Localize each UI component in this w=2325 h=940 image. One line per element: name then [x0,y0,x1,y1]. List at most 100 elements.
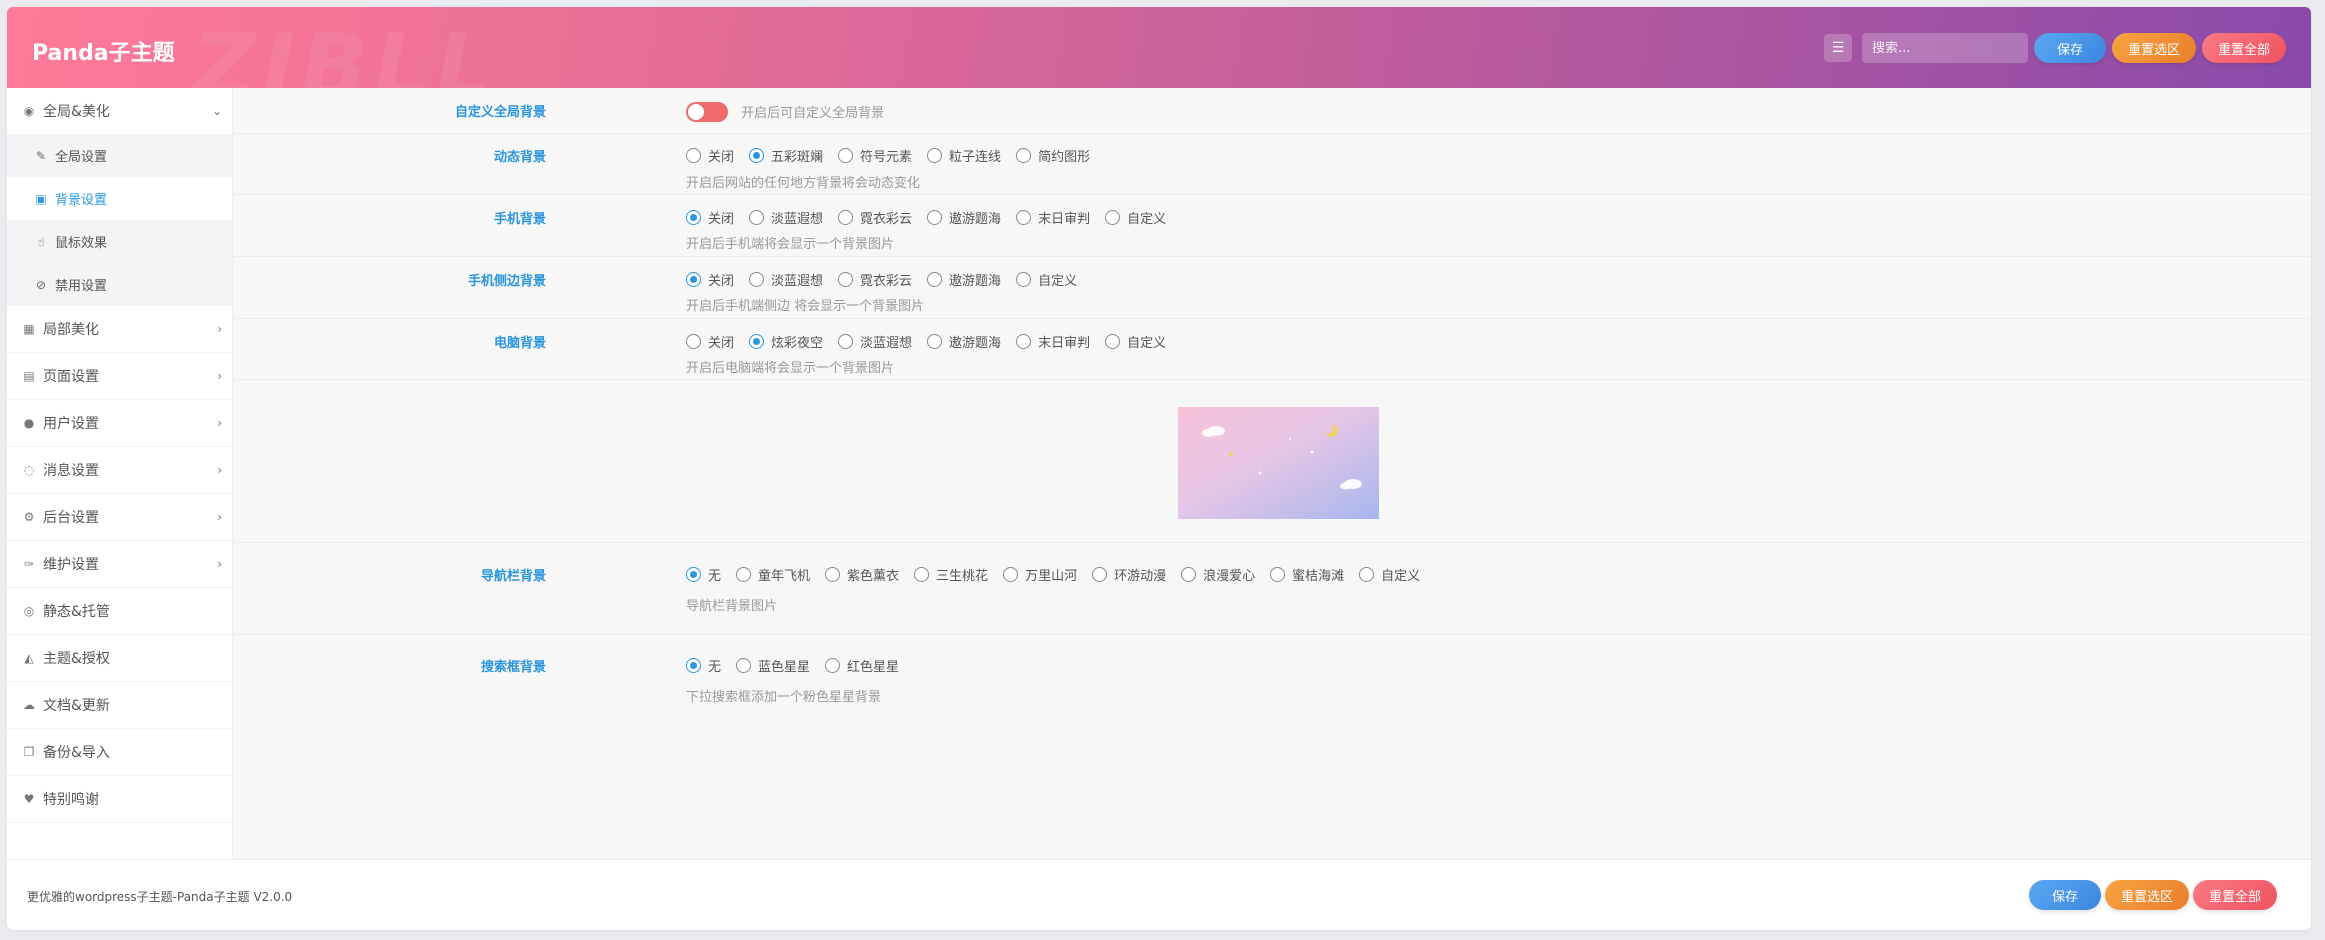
sidebar-item-docs-update[interactable]: ☁ 文档&更新 [7,682,232,729]
radio-button[interactable] [686,334,701,349]
radio-button[interactable] [825,567,841,582]
radio-option[interactable]: 自定义 [1105,208,1166,227]
sidebar-item-theme-license[interactable]: ◭ 主题&授权 [7,635,232,682]
radio-option[interactable]: 自定义 [1016,270,1077,289]
radio-button[interactable] [838,210,854,225]
radio-option[interactable]: 简约图形 [1016,146,1090,165]
radio-button[interactable] [686,210,701,225]
radio-button[interactable] [749,334,765,349]
radio-option[interactable]: 关闭 [686,270,734,289]
sidebar-item-user-settings[interactable]: ● 用户设置 › [7,400,232,447]
radio-button[interactable] [749,148,765,163]
radio-option[interactable]: 炫彩夜空 [749,332,823,351]
sidebar-subitem-disable-settings[interactable]: ⊘ 禁用设置 [7,263,232,306]
radio-option[interactable]: 关闭 [686,146,734,165]
radio-button[interactable] [927,210,943,225]
list-toggle-icon[interactable]: ☰ [1823,34,1852,62]
radio-option[interactable]: 粒子连线 [927,146,1001,165]
radio-button[interactable] [838,334,854,349]
radio-button[interactable] [927,148,943,163]
radio-option[interactable]: 关闭 [686,208,734,227]
radio-option[interactable]: 万里山河 [1003,565,1077,584]
radio-option[interactable]: 浪漫爱心 [1181,565,1255,584]
radio-button[interactable] [927,272,943,287]
fox-icon: ◭ [24,651,34,665]
radio-button[interactable] [1016,148,1032,163]
radio-button[interactable] [1016,334,1032,349]
radio-button[interactable] [1105,210,1121,225]
sidebar-item-message-settings[interactable]: ◌ 消息设置 › [7,447,232,494]
sidebar-subitem-mouse-effects[interactable]: ☝ 鼠标效果 [7,220,232,263]
sidebar-item-maintenance-settings[interactable]: ✑ 维护设置 › [7,541,232,588]
radio-option[interactable]: 关闭 [686,332,734,351]
radio-button[interactable] [1016,210,1032,225]
radio-button[interactable] [838,148,854,163]
radio-option[interactable]: 末日审判 [1016,208,1090,227]
radio-button[interactable] [1181,567,1197,582]
radio-button[interactable] [1092,567,1108,582]
radio-button[interactable] [686,567,701,582]
sidebar-item-static-hosting[interactable]: ◎ 静态&托管 [7,588,232,635]
radio-option[interactable]: 末日审判 [1016,332,1090,351]
save-button[interactable]: 保存 [2033,33,2106,63]
radio-option[interactable]: 童年飞机 [736,565,810,584]
sidebar-subitem-global-settings[interactable]: ✎ 全局设置 [7,134,232,177]
radio-option[interactable]: 淡蓝遐想 [749,208,823,227]
radio-option[interactable]: 五彩斑斓 [749,146,823,165]
radio-button[interactable] [749,210,765,225]
radio-button[interactable] [838,272,854,287]
radio-option[interactable]: 紫色薰衣 [825,565,899,584]
radio-button[interactable] [686,658,701,673]
footer-reset-all-button[interactable]: 重置全部 [2192,880,2277,910]
sidebar-subitem-label: 鼠标效果 [55,236,108,251]
radio-option[interactable]: 红色星星 [825,656,899,675]
radio-option[interactable]: 淡蓝遐想 [749,270,823,289]
radio-option[interactable]: 自定义 [1105,332,1166,351]
search-input[interactable] [1861,33,2028,63]
sidebar-item-admin-settings[interactable]: ⚙ 后台设置 › [7,494,232,541]
reset-all-button[interactable]: 重置全部 [2201,33,2286,63]
reset-section-button[interactable]: 重置选区 [2111,33,2196,63]
sidebar-item-local-beautify[interactable]: ▦ 局部美化 › [7,306,232,353]
radio-option[interactable]: 遨游题海 [927,270,1001,289]
radio-option[interactable]: 霓衣彩云 [838,208,912,227]
radio-option[interactable]: 三生桃花 [914,565,988,584]
sidebar-item-backup-import[interactable]: ❐ 备份&导入 [7,729,232,776]
radio-button[interactable] [914,567,930,582]
custom-bg-toggle[interactable] [686,101,728,122]
image-icon: ▣ [35,191,47,206]
radio-button[interactable] [1105,334,1121,349]
radio-button[interactable] [1016,272,1032,287]
footer-save-button[interactable]: 保存 [2028,880,2101,910]
radio-button[interactable] [825,658,841,673]
radio-button[interactable] [686,148,701,163]
brand-title: Panda子主题 [32,41,175,66]
radio-button[interactable] [1003,567,1019,582]
radio-option[interactable]: 蜜桔海滩 [1270,565,1344,584]
radio-option[interactable]: 遨游题海 [927,332,1001,351]
radio-option[interactable]: 无 [686,565,721,584]
radio-option[interactable]: 淡蓝遐想 [838,332,912,351]
setting-row-mobile-bg: 手机背景 关闭 淡蓝遐想 霓衣彩云 遨游题海 末日审判 自定义 开启后手机端将会… [233,195,2311,257]
sidebar-item-page-settings[interactable]: ▤ 页面设置 › [7,353,232,400]
radio-option[interactable]: 霓衣彩云 [838,270,912,289]
radio-label: 简约图形 [1038,150,1091,165]
radio-option[interactable]: 自定义 [1359,565,1420,584]
radio-button[interactable] [1270,567,1286,582]
radio-button[interactable] [927,334,943,349]
radio-option[interactable]: 无 [686,656,721,675]
radio-button[interactable] [686,272,701,287]
radio-button[interactable] [1359,567,1375,582]
radio-button[interactable] [736,567,752,582]
radio-option[interactable]: 符号元素 [838,146,912,165]
radio-option[interactable]: 遨游题海 [927,208,1001,227]
radio-label: 淡蓝遐想 [771,212,824,227]
radio-button[interactable] [749,272,765,287]
radio-option[interactable]: 蓝色星星 [736,656,810,675]
radio-option[interactable]: 环游动漫 [1092,565,1166,584]
footer-reset-section-button[interactable]: 重置选区 [2104,880,2189,910]
sidebar-subitem-background-settings[interactable]: ▣ 背景设置 [7,177,232,220]
sidebar-item-global[interactable]: ◉ 全局&美化 ⌄ [7,88,232,134]
radio-button[interactable] [736,658,752,673]
sidebar-item-special-thanks[interactable]: ♥ 特别鸣谢 [7,776,232,823]
